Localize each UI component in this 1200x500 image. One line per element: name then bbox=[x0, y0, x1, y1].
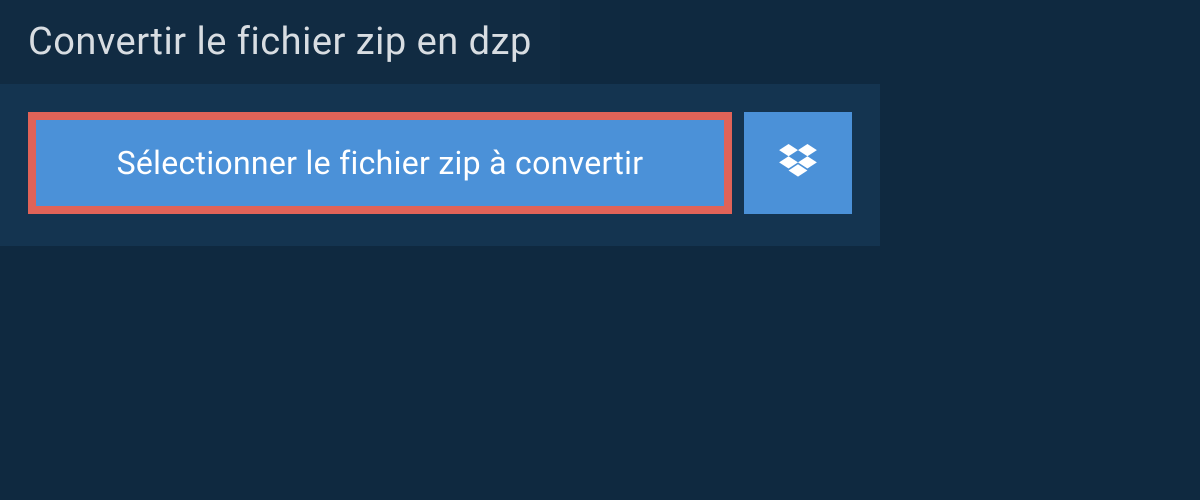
button-row: Sélectionner le fichier zip à convertir bbox=[28, 112, 852, 214]
header-bar: Convertir le fichier zip en dzp bbox=[0, 0, 560, 84]
page-title: Convertir le fichier zip en dzp bbox=[28, 20, 532, 64]
select-file-button-label: Sélectionner le fichier zip à convertir bbox=[117, 144, 644, 182]
select-file-button[interactable]: Sélectionner le fichier zip à convertir bbox=[28, 112, 732, 214]
dropbox-button[interactable] bbox=[744, 112, 852, 214]
dropbox-icon bbox=[779, 144, 817, 182]
main-panel: Sélectionner le fichier zip à convertir bbox=[0, 84, 880, 246]
